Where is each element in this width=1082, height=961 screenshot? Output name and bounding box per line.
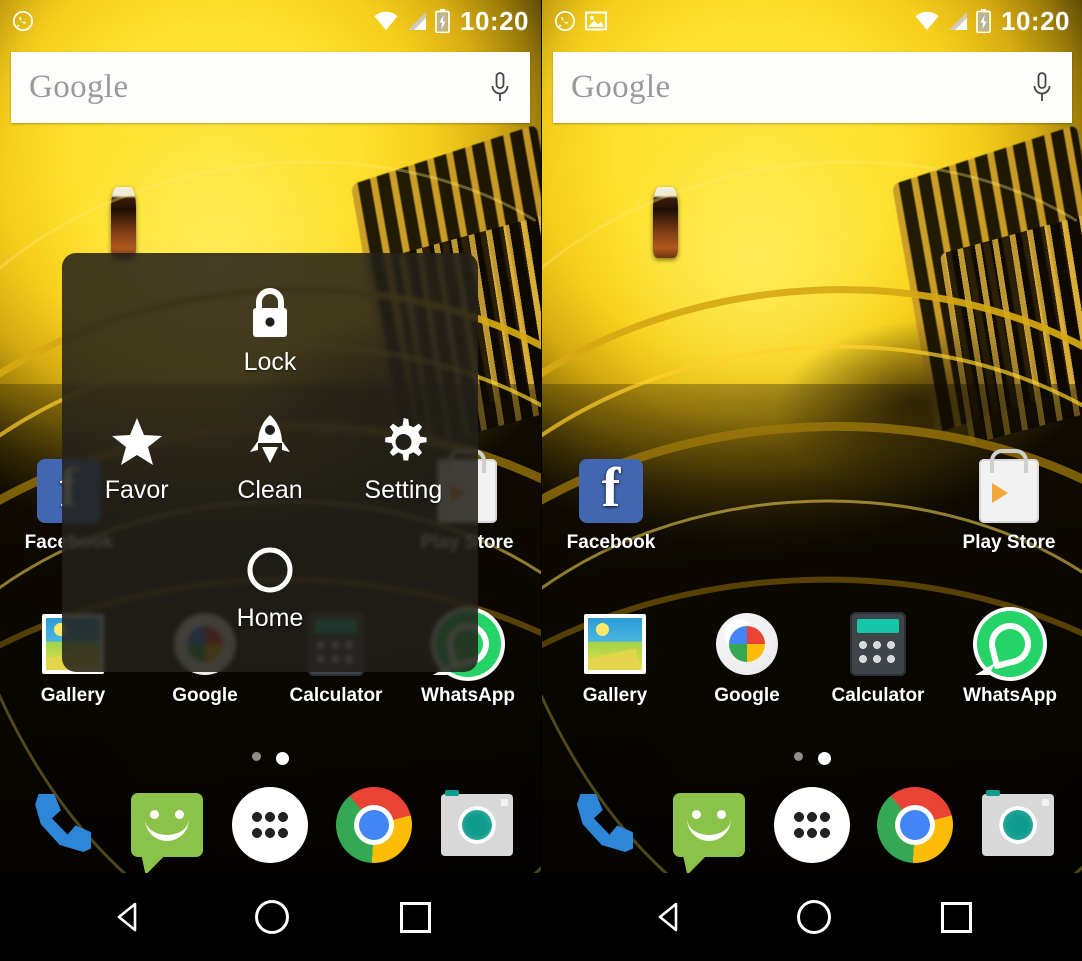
gear-icon: [376, 412, 430, 472]
page-dot-active[interactable]: [817, 752, 831, 765]
left-screen: 10:20 Google Facebook Play Store Gallery: [0, 0, 541, 961]
search-input[interactable]: Google: [571, 69, 671, 106]
chrome-icon[interactable]: [335, 786, 413, 864]
page-indicator: [0, 752, 541, 765]
app-label: WhatsApp: [963, 685, 1057, 706]
app-label: WhatsApp: [421, 685, 515, 706]
tile-label: Lock: [243, 347, 297, 376]
google-search-bar[interactable]: Google: [553, 52, 1072, 123]
status-bar: 10:20: [0, 0, 541, 42]
search-input[interactable]: Google: [29, 69, 129, 106]
apps-grid-icon[interactable]: [231, 786, 309, 864]
page-dot[interactable]: [793, 752, 803, 761]
battery-charging-icon: [435, 9, 450, 33]
dock: [542, 777, 1082, 873]
battery-charging-icon: [976, 9, 991, 33]
navigation-bar: [542, 873, 1082, 961]
whatsapp-icon: [12, 10, 34, 32]
gallery-icon: [556, 605, 674, 683]
tile-clean[interactable]: Clean: [203, 396, 336, 524]
app-label: Play Store: [962, 532, 1056, 553]
app-facebook[interactable]: Facebook: [552, 452, 670, 554]
tile-label: Clean: [237, 475, 303, 504]
app-label: Google: [714, 685, 780, 706]
message-icon[interactable]: [128, 786, 206, 864]
home-circle-icon[interactable]: [255, 900, 289, 934]
phone-icon[interactable]: [567, 786, 645, 864]
right-screen: 10:20 Google Facebook Play Store Gallery: [541, 0, 1082, 961]
google-search-bar[interactable]: Google: [11, 52, 530, 123]
google-icon: [688, 605, 806, 683]
screenshot-image-icon: [585, 11, 607, 31]
lock-icon: [245, 284, 295, 344]
play-store-icon: [950, 452, 1068, 530]
app-whatsapp[interactable]: WhatsApp: [951, 605, 1069, 707]
app-gallery[interactable]: Gallery: [556, 605, 674, 707]
signal-icon: [406, 11, 428, 31]
tile-favor[interactable]: Favor: [70, 396, 203, 524]
apps-grid-icon[interactable]: [773, 786, 851, 864]
dock: [0, 777, 541, 873]
assistive-touch-menu[interactable]: Lock Favor Clean Setting Home: [62, 253, 478, 672]
tile-label: Setting: [364, 475, 443, 504]
chrome-icon[interactable]: [876, 786, 954, 864]
tile-label: Favor: [104, 475, 169, 504]
microphone-icon[interactable]: [1030, 71, 1054, 105]
page-dot-active[interactable]: [276, 752, 289, 765]
app-label: Gallery: [40, 685, 106, 706]
app-label: Facebook: [566, 532, 656, 553]
circle-icon: [243, 540, 297, 600]
message-icon[interactable]: [670, 786, 748, 864]
app-label: Google: [172, 685, 238, 706]
recents-square-icon[interactable]: [399, 901, 431, 933]
tile-home[interactable]: Home: [203, 524, 336, 652]
page-indicator: [542, 752, 1082, 765]
back-triangle-icon[interactable]: [111, 900, 145, 934]
phone-icon[interactable]: [25, 786, 103, 864]
app-label: Calculator: [831, 685, 925, 706]
microphone-icon[interactable]: [488, 71, 512, 105]
tile-lock[interactable]: Lock: [203, 268, 336, 396]
dual-screenshot-stage: 10:20 Google Facebook Play Store Gallery: [0, 0, 1082, 961]
status-bar: 10:20: [542, 0, 1082, 42]
back-triangle-icon[interactable]: [652, 900, 686, 934]
app-label: Calculator: [289, 685, 383, 706]
whatsapp-icon: [951, 605, 1069, 683]
app-play-store[interactable]: Play Store: [950, 452, 1068, 554]
recents-square-icon[interactable]: [940, 901, 972, 933]
page-dot[interactable]: [252, 752, 261, 761]
star-icon: [109, 412, 165, 472]
camera-icon[interactable]: [438, 786, 516, 864]
wifi-icon: [914, 11, 940, 31]
app-google[interactable]: Google: [688, 605, 806, 707]
tile-setting[interactable]: Setting: [337, 396, 470, 524]
facebook-icon: [552, 452, 670, 530]
signal-icon: [947, 11, 969, 31]
app-calculator[interactable]: Calculator: [819, 605, 937, 707]
home-circle-icon[interactable]: [796, 900, 831, 934]
app-label: Gallery: [582, 685, 648, 706]
clock: 10:20: [460, 5, 529, 36]
navigation-bar: [0, 873, 541, 961]
whatsapp-icon: [554, 10, 576, 32]
tile-label: Home: [236, 603, 304, 632]
clock: 10:20: [1001, 5, 1070, 36]
calculator-icon: [819, 605, 937, 683]
camera-icon[interactable]: [979, 786, 1057, 864]
wifi-icon: [373, 11, 399, 31]
rocket-icon: [248, 412, 292, 472]
